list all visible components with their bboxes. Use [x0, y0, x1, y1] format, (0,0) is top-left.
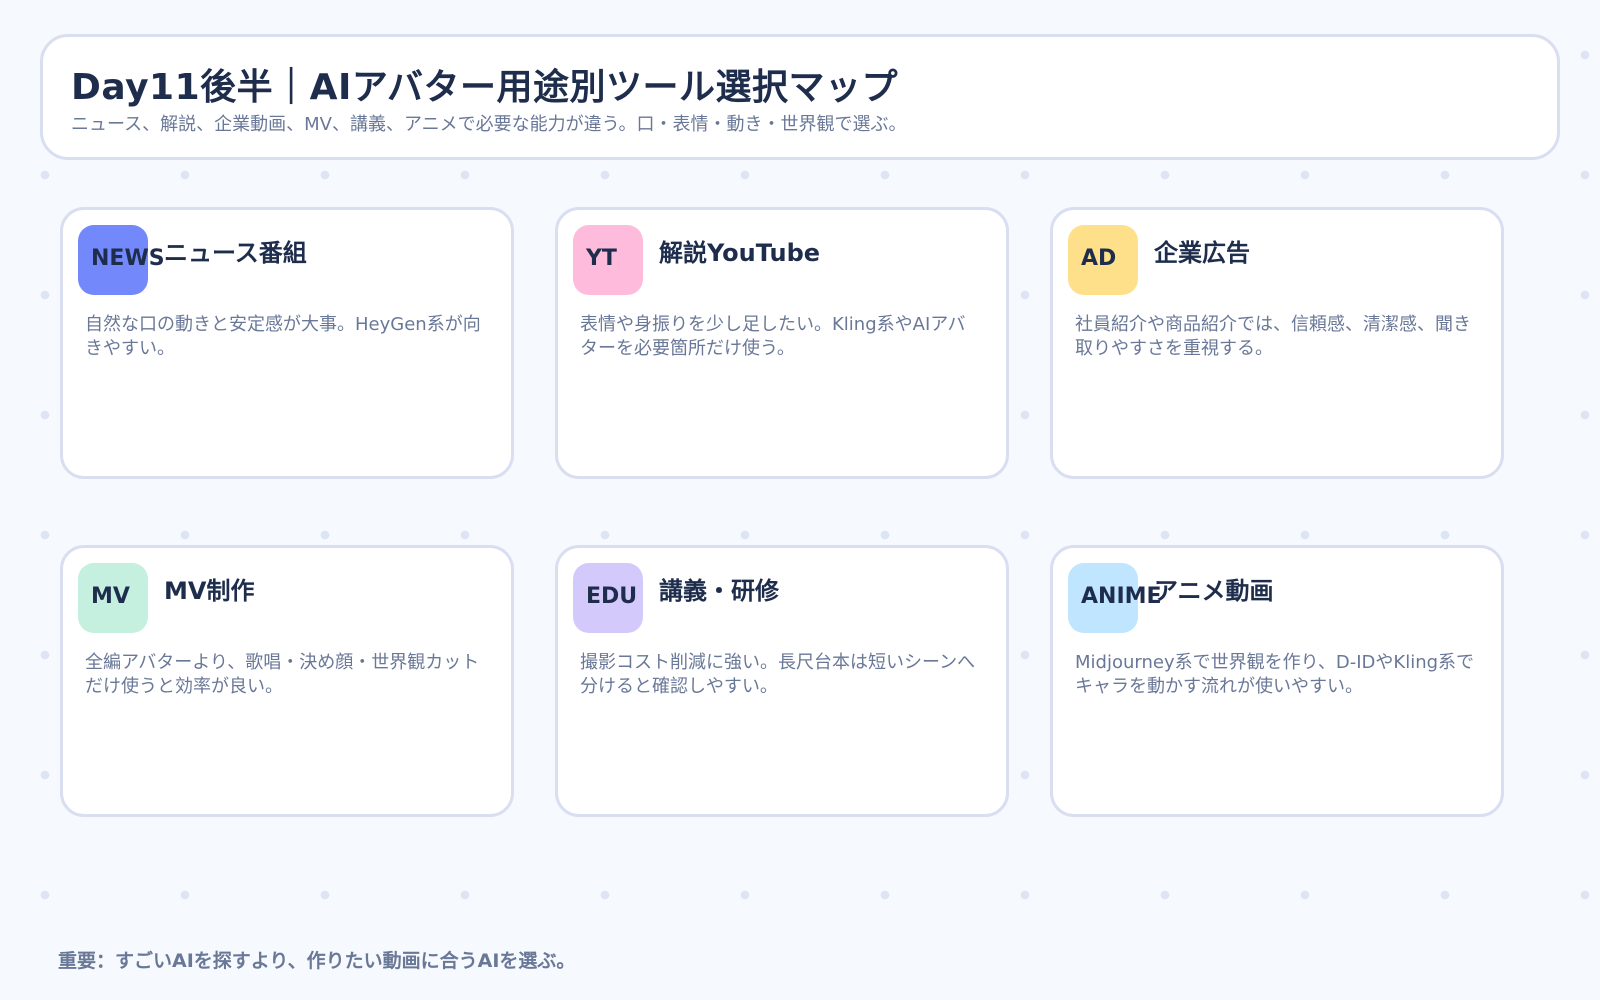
edu-badge: EDU	[573, 563, 643, 633]
page-title: Day11後半｜AIアバター用途別ツール選択マップ	[71, 67, 898, 108]
card-anime: ANIME アニメ動画 Midjourney系で世界観を作り、D-IDやKlin…	[1050, 545, 1504, 817]
card-description: 撮影コスト削減に強い。長尺台本は短いシーンへ分けると確認しやすい。	[580, 652, 976, 697]
card-description: 全編アバターより、歌唱・決め顔・世界観カットだけ使うと効率が良い。	[85, 652, 480, 697]
ad-badge: AD	[1068, 225, 1138, 295]
youtube-badge: YT	[573, 225, 643, 295]
card-education: EDU 講義・研修 撮影コスト削減に強い。長尺台本は短いシーンへ分けると確認しや…	[555, 545, 1009, 817]
card-title: アニメ動画	[1154, 577, 1274, 605]
mv-badge: MV	[78, 563, 148, 633]
card-description: 表情や身振りを少し足したい。Kling系やAIアバターを必要箇所だけ使う。	[580, 314, 966, 359]
footer-note: 重要：すごいAIを探すより、作りたい動画に合うAIを選ぶ。	[58, 950, 576, 972]
card-title: 解説YouTube	[659, 239, 821, 267]
card-mv: MV MV制作 全編アバターより、歌唱・決め顔・世界観カットだけ使うと効率が良い…	[60, 545, 514, 817]
card-youtube: YT 解説YouTube 表情や身振りを少し足したい。Kling系やAIアバター…	[555, 207, 1009, 479]
card-description: 自然な口の動きと安定感が大事。HeyGen系が向きやすい。	[85, 314, 481, 359]
card-title: 企業広告	[1154, 239, 1250, 267]
card-title: 講義・研修	[659, 577, 779, 605]
anime-badge: ANIME	[1068, 563, 1162, 633]
card-description: 社員紹介や商品紹介では、信頼感、清潔感、聞き取りやすさを重視する。	[1075, 314, 1471, 359]
news-badge: NEWS	[78, 225, 165, 295]
card-title: MV制作	[164, 577, 255, 605]
card-title: ニュース番組	[164, 239, 307, 267]
title-panel: Day11後半｜AIアバター用途別ツール選択マップ ニュース、解説、企業動画、M…	[40, 34, 1560, 160]
card-ad: AD 企業広告 社員紹介や商品紹介では、信頼感、清潔感、聞き取りやすさを重視する…	[1050, 207, 1504, 479]
card-news: NEWS ニュース番組 自然な口の動きと安定感が大事。HeyGen系が向きやすい…	[60, 207, 514, 479]
page-subtitle: ニュース、解説、企業動画、MV、講義、アニメで必要な能力が違う。口・表情・動き・…	[71, 114, 907, 135]
card-description: Midjourney系で世界観を作り、D-IDやKling系でキャラを動かす流れ…	[1075, 652, 1475, 697]
